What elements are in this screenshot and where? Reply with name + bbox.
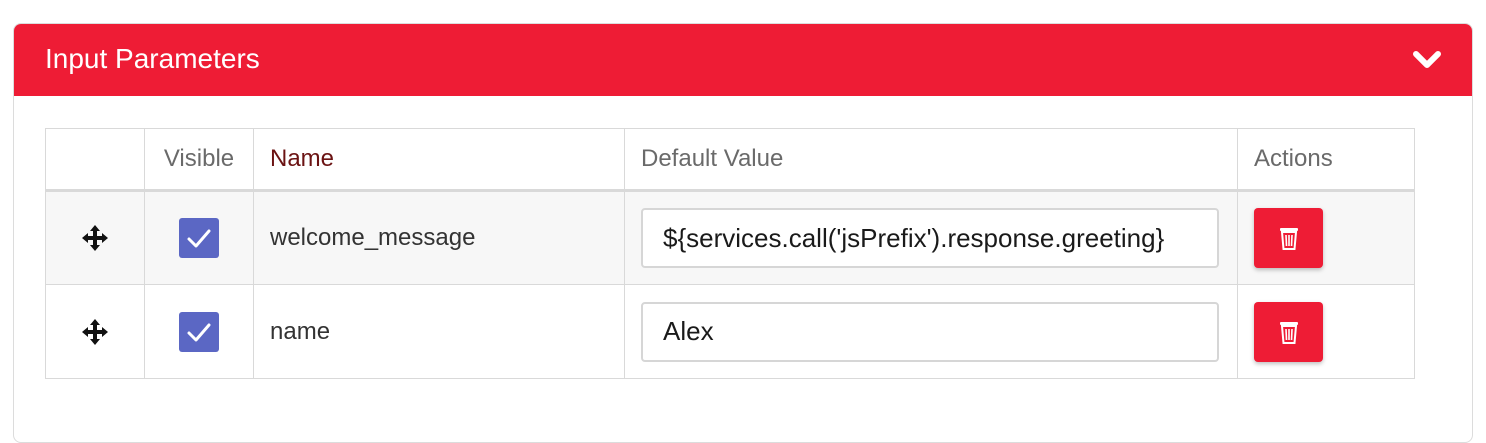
column-header-actions: Actions	[1237, 128, 1415, 192]
delete-button[interactable]	[1254, 301, 1323, 362]
trash-icon	[1280, 321, 1298, 344]
param-name: name	[253, 284, 625, 379]
default-value-cell	[624, 284, 1238, 379]
move-arrows-icon[interactable]	[81, 318, 109, 346]
table-row: name	[45, 284, 1415, 379]
drag-cell	[45, 284, 145, 379]
table-header-row: Visible Name Default Value Actions	[45, 128, 1415, 192]
default-value-input[interactable]	[641, 208, 1219, 268]
panel-title: Input Parameters	[45, 43, 260, 74]
delete-button[interactable]	[1254, 208, 1323, 268]
panel-header[interactable]: Input Parameters	[14, 24, 1472, 96]
visible-cell	[144, 284, 254, 379]
collapse-button[interactable]	[1412, 46, 1442, 74]
visible-checkbox[interactable]	[179, 218, 219, 258]
checkmark-icon	[187, 323, 211, 341]
column-header-default-value[interactable]: Default Value	[624, 128, 1238, 192]
visible-cell	[144, 190, 254, 285]
table-row: welcome_message	[45, 190, 1415, 285]
drag-cell	[45, 190, 145, 285]
move-arrows-icon[interactable]	[81, 224, 109, 252]
input-parameters-panel: Input Parameters Visible Name Default Va…	[13, 23, 1473, 443]
param-name: welcome_message	[253, 190, 625, 285]
trash-icon	[1280, 228, 1298, 250]
parameters-table: Visible Name Default Value Actions welco…	[45, 128, 1415, 379]
default-value-input[interactable]	[641, 301, 1219, 362]
actions-cell	[1237, 190, 1415, 285]
default-value-cell	[624, 190, 1238, 285]
column-header-name[interactable]: Name	[253, 128, 625, 192]
visible-checkbox[interactable]	[179, 311, 219, 352]
checkmark-icon	[187, 229, 211, 248]
chevron-down-icon[interactable]	[1412, 46, 1442, 74]
column-header-drag	[45, 128, 145, 192]
column-header-visible[interactable]: Visible	[144, 128, 254, 192]
actions-cell	[1237, 284, 1415, 379]
